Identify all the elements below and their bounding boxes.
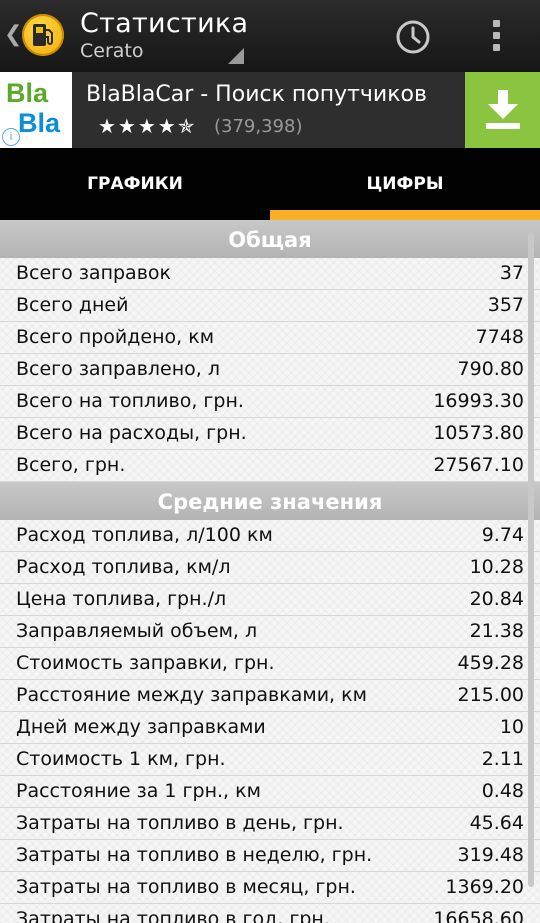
- stat-value: 27567.10: [433, 454, 524, 476]
- info-icon[interactable]: i: [2, 128, 20, 146]
- stat-value: 16993.30: [433, 390, 524, 412]
- stat-label: Всего пройдено, км: [16, 326, 215, 348]
- stat-value: 10573.80: [433, 422, 524, 444]
- scrollbar[interactable]: [528, 232, 534, 887]
- logo-line1: Bla: [6, 78, 49, 108]
- stat-row: Расход топлива, л/100 км 9.74: [0, 520, 540, 552]
- section-header-averages: Средние значения: [0, 482, 540, 520]
- stat-row: Всего пройдено, км 7748: [0, 322, 540, 354]
- review-count: (379,398): [214, 116, 303, 137]
- stat-label: Затраты на топливо в месяц, грн.: [16, 876, 356, 898]
- screen-title: Статистика: [80, 8, 249, 39]
- stat-row: Заправляемый объем, л 21.38: [0, 616, 540, 648]
- stat-row: Затраты на топливо в месяц, грн. 1369.20: [0, 872, 540, 904]
- stat-label: Расстояние между заправками, км: [16, 684, 367, 706]
- tab-graphs[interactable]: ГРАФИКИ: [0, 148, 270, 220]
- stat-row: Дней между заправками 10: [0, 712, 540, 744]
- blablacar-logo: Bla Bla i: [0, 72, 72, 148]
- stat-value: 459.28: [457, 652, 524, 674]
- stat-label: Дней между заправками: [16, 716, 266, 738]
- stat-row: Всего на топливо, грн. 16993.30: [0, 386, 540, 418]
- action-bar: ❮ Статистика Cerato: [0, 0, 540, 72]
- section-header-general: Общая: [0, 220, 540, 258]
- stat-value: 45.64: [469, 812, 524, 834]
- stat-label: Стоимость 1 км, грн.: [16, 748, 226, 770]
- stat-row: Стоимость 1 км, грн. 2.11: [0, 744, 540, 776]
- stat-label: Всего на расходы, грн.: [16, 422, 247, 444]
- stat-label: Всего заправок: [16, 262, 171, 284]
- stat-row: Расход топлива, км/л 10.28: [0, 552, 540, 584]
- ad-title: BlaBlaCar - Поиск попутчиков: [86, 82, 427, 107]
- stat-label: Затраты на топливо в день, грн.: [16, 812, 344, 834]
- stat-row: Всего, грн. 27567.10: [0, 450, 540, 482]
- active-tab-indicator: [270, 210, 540, 220]
- back-chevron-icon[interactable]: ❮: [4, 22, 22, 47]
- stat-value: 20.84: [469, 588, 524, 610]
- stat-value: 1369.20: [445, 876, 524, 898]
- stat-row: Расстояние за 1 грн., км 0.48: [0, 776, 540, 808]
- ad-banner[interactable]: Bla Bla i BlaBlaCar - Поиск попутчиков ★…: [0, 72, 540, 148]
- stat-row: Всего на расходы, грн. 10573.80: [0, 418, 540, 450]
- stat-row: Всего дней 357: [0, 290, 540, 322]
- stat-value: 10.28: [469, 556, 524, 578]
- stat-label: Всего, грн.: [16, 454, 126, 476]
- download-button[interactable]: [465, 72, 540, 148]
- statistics-list[interactable]: Общая Всего заправок 37 Всего дней 357 Все…: [0, 220, 540, 923]
- stat-row: Затраты на топливо в день, грн. 45.64: [0, 808, 540, 840]
- clock-icon[interactable]: [394, 18, 432, 56]
- fuel-pump-icon[interactable]: [22, 14, 64, 56]
- stat-value: 16658.60: [433, 908, 524, 923]
- stat-value: 2.11: [481, 748, 524, 770]
- stat-value: 21.38: [469, 620, 524, 642]
- stat-label: Цена топлива, грн./л: [16, 588, 227, 610]
- stat-value: 7748: [475, 326, 524, 348]
- stat-value: 319.48: [457, 844, 524, 866]
- stat-value: 215.00: [457, 684, 524, 706]
- stat-label: Всего на топливо, грн.: [16, 390, 244, 412]
- stat-value: 0.48: [481, 780, 524, 802]
- stat-value: 10: [499, 716, 524, 738]
- vehicle-selector[interactable]: Cerato: [80, 40, 144, 62]
- stat-label: Затраты на топливо в год, грн.: [16, 908, 330, 923]
- stat-label: Заправляемый объем, л: [16, 620, 258, 642]
- stat-label: Расстояние за 1 грн., км: [16, 780, 261, 802]
- stat-label: Всего дней: [16, 294, 129, 316]
- stat-value: 37: [499, 262, 524, 284]
- stat-label: Расход топлива, л/100 км: [16, 524, 273, 546]
- stat-value: 790.80: [457, 358, 524, 380]
- stat-row: Цена топлива, грн./л 20.84: [0, 584, 540, 616]
- overflow-menu-icon[interactable]: [488, 20, 504, 54]
- stat-row: Затраты на топливо в неделю, грн. 319.48: [0, 840, 540, 872]
- download-icon: [486, 90, 520, 129]
- stat-label: Расход топлива, км/л: [16, 556, 231, 578]
- stat-label: Затраты на топливо в неделю, грн.: [16, 844, 373, 866]
- stat-row: Расстояние между заправками, км 215.00: [0, 680, 540, 712]
- stat-value: 357: [487, 294, 524, 316]
- stat-row: Затраты на топливо в год, грн. 16658.60: [0, 904, 540, 923]
- stat-value: 9.74: [481, 524, 524, 546]
- logo-line2: Bla: [18, 108, 61, 138]
- stat-label: Всего заправлено, л: [16, 358, 220, 380]
- stat-row: Всего заправок 37: [0, 258, 540, 290]
- stat-row: Всего заправлено, л 790.80: [0, 354, 540, 386]
- stat-label: Стоимость заправки, грн.: [16, 652, 275, 674]
- stat-row: Стоимость заправки, грн. 459.28: [0, 648, 540, 680]
- dropdown-corner-icon: [228, 48, 244, 64]
- rating-stars: ★★★★✯: [98, 114, 197, 138]
